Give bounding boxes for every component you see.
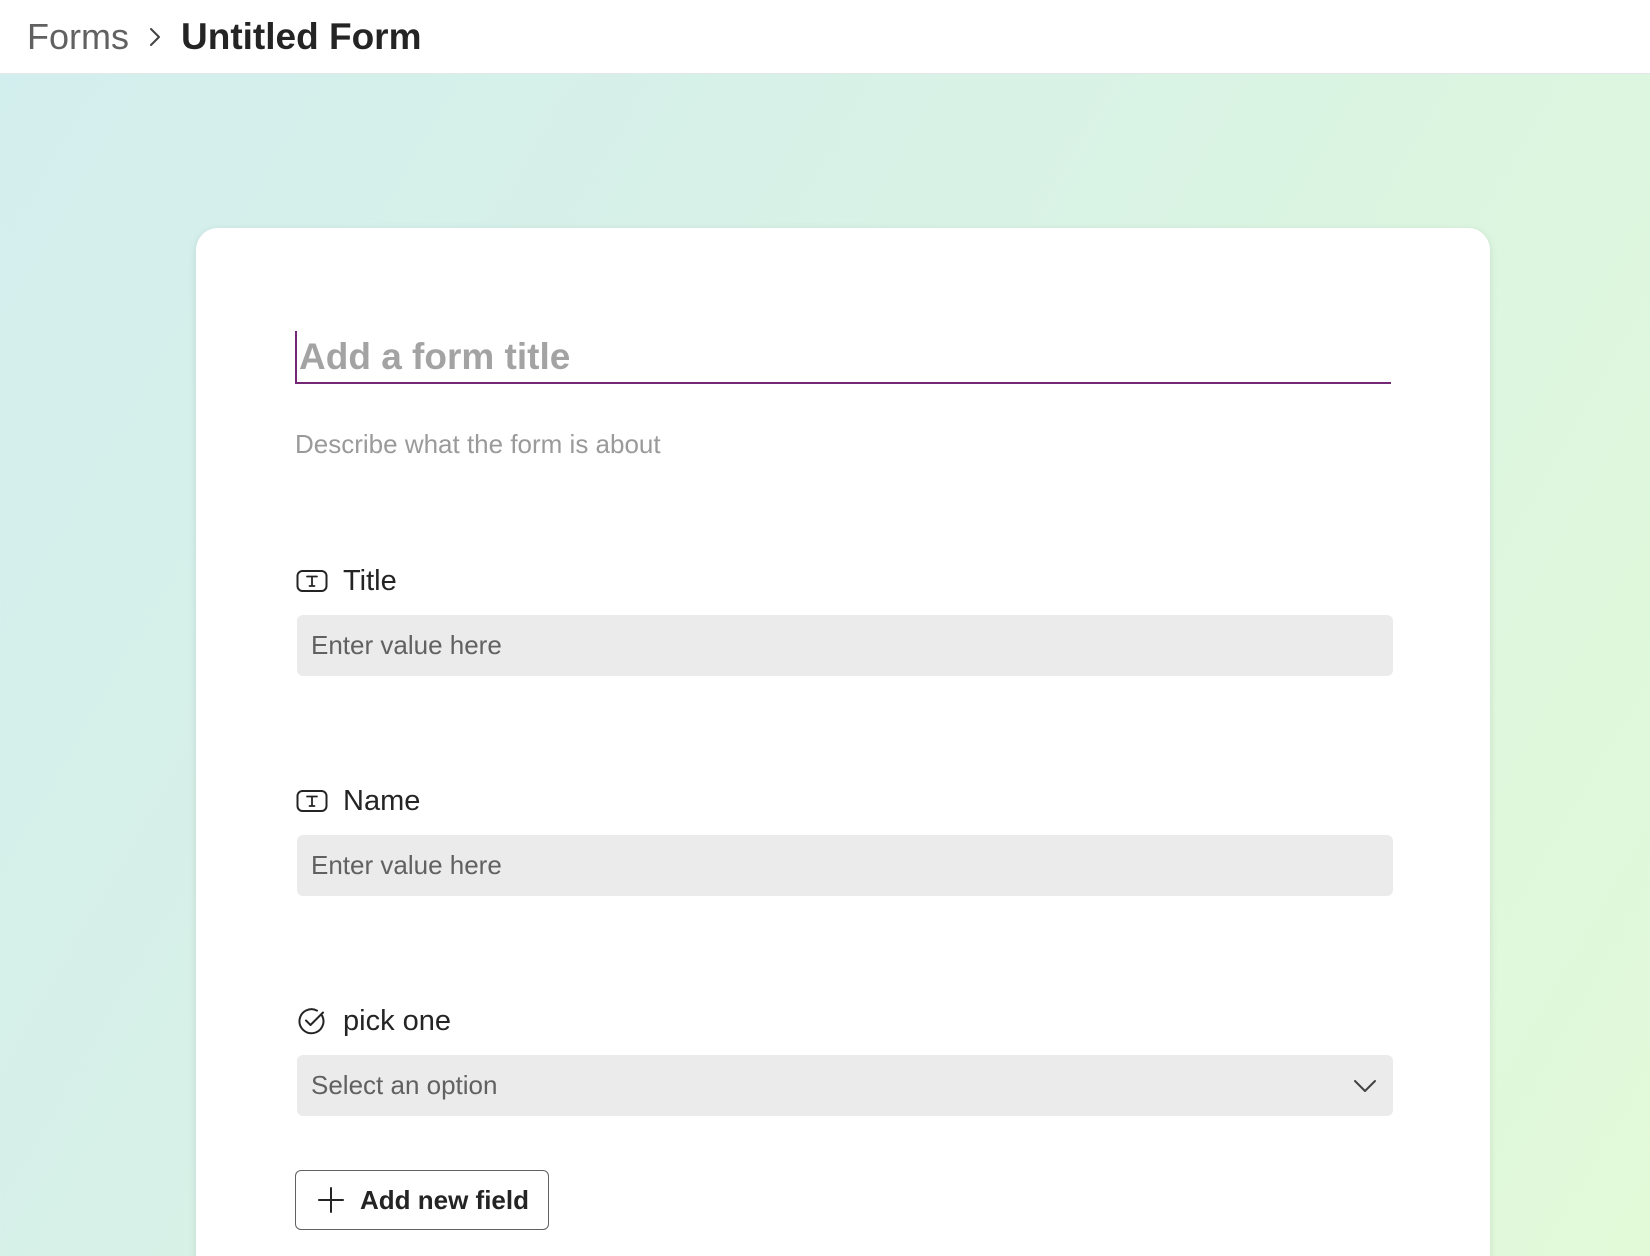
- add-new-field-button[interactable]: Add new field: [295, 1170, 549, 1230]
- choice-check-icon: [295, 1004, 329, 1038]
- chevron-down-icon: [1351, 1072, 1379, 1100]
- form-title-wrapper: [295, 331, 1391, 384]
- field-label: Title: [343, 564, 397, 597]
- form-description-input[interactable]: [295, 424, 1391, 464]
- field-label: Name: [343, 784, 421, 817]
- field-title-header: Title: [295, 561, 397, 601]
- text-field-icon: [295, 784, 329, 818]
- breadcrumb-forms-link[interactable]: Forms: [27, 16, 129, 58]
- field-name-header: Name: [295, 781, 420, 821]
- top-bar: Forms Untitled Form: [0, 0, 1650, 74]
- form-card: Title Name pick one Select an option Add…: [196, 228, 1490, 1256]
- field-label: pick one: [343, 1004, 452, 1037]
- chevron-right-icon: [129, 19, 181, 55]
- name-field-input[interactable]: [297, 835, 1393, 896]
- breadcrumb-current-page: Untitled Form: [181, 15, 422, 57]
- form-title-input[interactable]: [295, 331, 1391, 382]
- field-pick-one-header: pick one: [295, 1001, 451, 1041]
- dropdown-selected-value: Select an option: [311, 1070, 498, 1100]
- title-field-input[interactable]: [297, 615, 1393, 676]
- pick-one-dropdown[interactable]: Select an option: [297, 1055, 1393, 1116]
- text-field-icon: [295, 564, 329, 598]
- add-new-field-label: Add new field: [360, 1184, 529, 1215]
- plus-icon: [316, 1185, 346, 1215]
